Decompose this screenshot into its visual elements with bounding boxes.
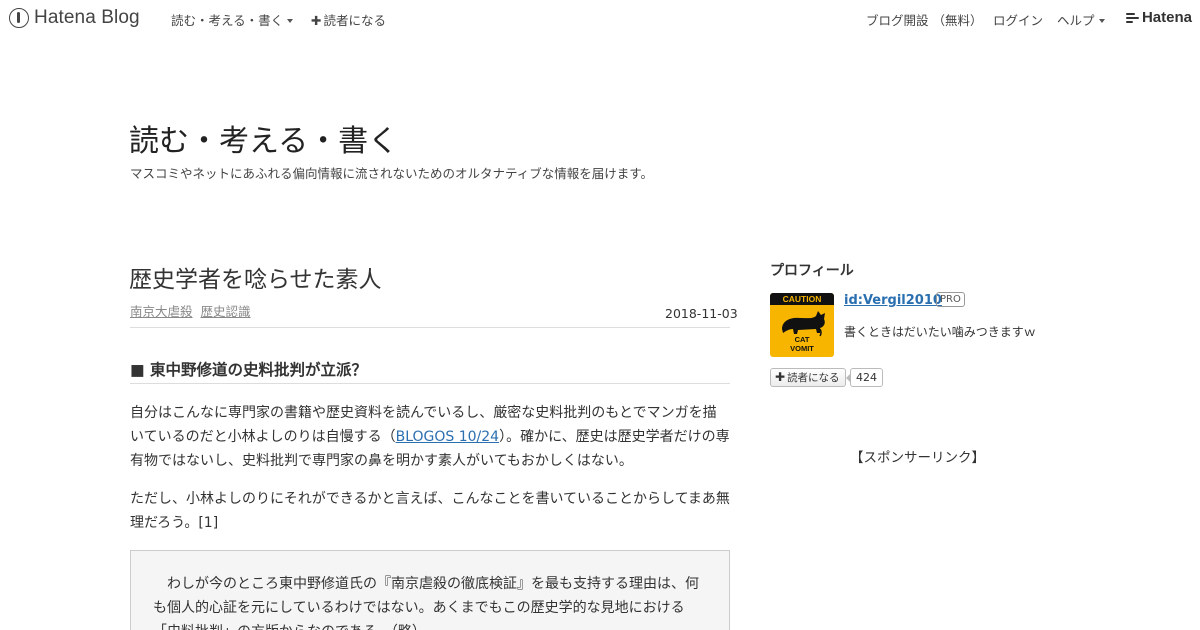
nav-subscribe-label: 読者になる	[323, 13, 386, 28]
subscribe-label: 読者になる	[787, 372, 840, 384]
help-dropdown[interactable]: ヘルプ	[1057, 10, 1105, 29]
blog-description: マスコミやネットにあふれる偏向情報に流されないためのオルタナティブな情報を届けま…	[130, 166, 654, 181]
article-title[interactable]: 歴史学者を唸らせた素人	[129, 260, 382, 294]
plus-icon: ✚	[775, 370, 786, 384]
hatena-menu[interactable]: Hatena	[1125, 9, 1192, 26]
category-link[interactable]: 南京大虐殺	[130, 304, 193, 319]
hatena-mark-icon	[1125, 12, 1139, 24]
blog-menu-label: 読む・考える・書く	[171, 13, 284, 28]
sponsor-label: 【スポンサーリンク】	[850, 450, 985, 466]
category-list: 南京大虐殺 歴史認識	[130, 301, 255, 320]
login-link[interactable]: ログイン	[993, 10, 1043, 29]
divider	[130, 327, 730, 328]
avatar[interactable]: CAUTION CAT VOMIT	[770, 293, 834, 357]
avatar-text-line: VOMIT	[790, 344, 814, 353]
nav-subscribe-button[interactable]: ✚ 読者になる	[311, 10, 386, 29]
article-paragraph: ただし、小林よしのりにそれができるかと言えば、こんなことを書いていることからして…	[130, 491, 730, 531]
blog-title[interactable]: 読む・考える・書く	[129, 116, 398, 160]
avatar-text-line: CAT	[794, 335, 810, 344]
blogos-link[interactable]: BLOGOS 10/24	[396, 429, 499, 445]
subscribe-button[interactable]: ✚ 読者になる	[770, 368, 846, 387]
hatena-blog-logo[interactable]: Hatena Blog	[9, 7, 140, 29]
logo-text: Hatena Blog	[34, 7, 140, 28]
avatar-caution-text: CAUTION	[770, 293, 834, 305]
pro-badge: PRO	[936, 292, 965, 307]
hatena-label: Hatena	[1141, 9, 1192, 26]
blockquote: わしが今のところ東中野修道氏の『南京虐殺の徹底検証』を最も支持する理由は、何も個…	[130, 550, 730, 630]
top-navbar: Hatena Blog 読む・考える・書く ✚ 読者になる ブログ開設 （無料） …	[0, 0, 1200, 36]
divider	[130, 383, 730, 384]
article-paragraph: 自分はこんなに専門家の書籍や歴史資料を読んでいるし、厳密な史料批判のもとでマンガ…	[130, 401, 730, 473]
plus-icon: ✚	[311, 13, 322, 28]
profile-description: 書くときはだいたい噛みつきますｗ	[844, 325, 1036, 339]
create-blog-link[interactable]: ブログ開設 （無料）	[866, 10, 982, 29]
chevron-down-icon	[287, 19, 294, 23]
subscriber-count[interactable]: 424	[846, 368, 883, 387]
hatena-blog-logo-icon	[9, 8, 29, 28]
section-heading: ■ 東中野修道の史料批判が立派？	[130, 361, 368, 379]
chevron-down-icon	[1098, 19, 1105, 23]
article-date[interactable]: 2018-11-03	[665, 306, 738, 321]
avatar-cat-text: CAT VOMIT	[770, 335, 834, 353]
profile-id-link[interactable]: id:Vergil2010	[844, 293, 942, 308]
profile-heading: プロフィール	[770, 263, 854, 279]
blog-menu-dropdown[interactable]: 読む・考える・書く	[171, 10, 294, 29]
category-link[interactable]: 歴史認識	[201, 304, 251, 319]
help-label: ヘルプ	[1057, 13, 1095, 28]
cat-icon	[782, 311, 825, 337]
